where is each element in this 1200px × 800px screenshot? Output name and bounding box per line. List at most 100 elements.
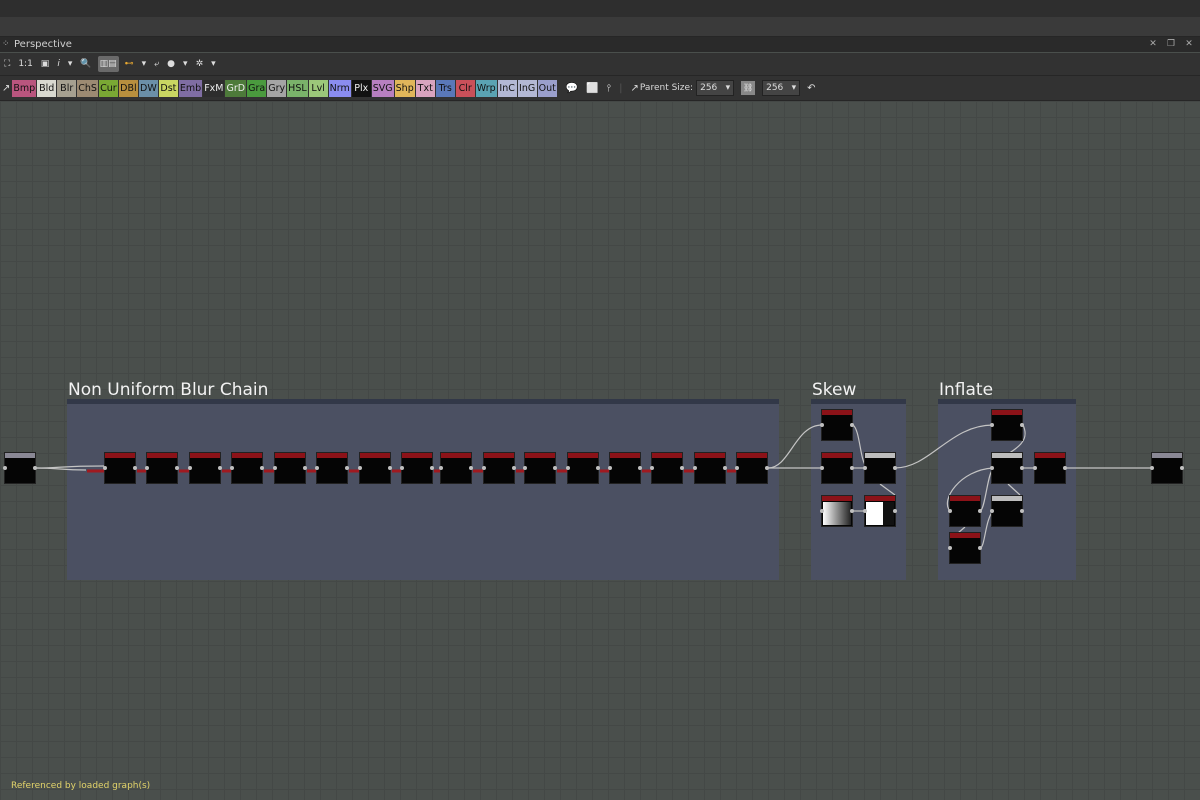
output-node[interactable] [1150, 453, 1184, 483]
node-port[interactable] [439, 466, 443, 470]
node-port[interactable] [990, 466, 994, 470]
inflate-node[interactable] [990, 410, 1024, 440]
node-port[interactable] [948, 509, 952, 513]
blur-node[interactable] [693, 453, 727, 483]
node-port[interactable] [680, 466, 684, 470]
node-port[interactable] [1020, 423, 1024, 427]
inflate-node[interactable] [948, 496, 982, 526]
node-port[interactable] [482, 466, 486, 470]
node-header [568, 453, 598, 458]
node-port[interactable] [523, 466, 527, 470]
blur-node[interactable] [103, 453, 137, 483]
node-port[interactable] [990, 509, 994, 513]
node-port[interactable] [358, 466, 362, 470]
blur-node[interactable] [315, 453, 349, 483]
node-port[interactable] [469, 466, 473, 470]
node-port[interactable] [978, 546, 982, 550]
node-port[interactable] [345, 466, 349, 470]
node-port[interactable] [948, 546, 952, 550]
node-header [317, 453, 347, 458]
node-port[interactable] [188, 466, 192, 470]
node-port[interactable] [893, 509, 897, 513]
skew-node[interactable] [820, 453, 854, 483]
node-header [525, 453, 555, 458]
node-port[interactable] [430, 466, 434, 470]
blur-node[interactable] [650, 453, 684, 483]
node-port[interactable] [388, 466, 392, 470]
node-port[interactable] [820, 466, 824, 470]
input-node[interactable] [3, 453, 37, 483]
node-header [865, 496, 895, 501]
node-port[interactable] [553, 466, 557, 470]
node-port[interactable] [723, 466, 727, 470]
node-port[interactable] [133, 466, 137, 470]
node-port[interactable] [650, 466, 654, 470]
blur-node[interactable] [608, 453, 642, 483]
inflate-node[interactable] [1033, 453, 1067, 483]
node-port[interactable] [3, 466, 7, 470]
node-header [992, 410, 1022, 415]
inflate-node[interactable] [990, 453, 1024, 483]
status-text: Referenced by loaded graph(s) [11, 781, 151, 791]
node-port[interactable] [103, 466, 107, 470]
node-port[interactable] [850, 423, 854, 427]
blur-node[interactable] [482, 453, 516, 483]
node-port[interactable] [1020, 509, 1024, 513]
node-header [950, 496, 980, 501]
node-port[interactable] [1020, 466, 1024, 470]
blur-node[interactable] [188, 453, 222, 483]
mask-node[interactable] [863, 496, 897, 526]
blur-node[interactable] [358, 453, 392, 483]
node-port[interactable] [303, 466, 307, 470]
inflate-node[interactable] [990, 496, 1024, 526]
node-port[interactable] [990, 423, 994, 427]
node-port[interactable] [512, 466, 516, 470]
node-port[interactable] [230, 466, 234, 470]
blur-node[interactable] [400, 453, 434, 483]
node-port[interactable] [596, 466, 600, 470]
node-port[interactable] [735, 466, 739, 470]
node-port[interactable] [863, 466, 867, 470]
node-port[interactable] [1033, 466, 1037, 470]
node-port[interactable] [850, 509, 854, 513]
blur-node[interactable] [735, 453, 769, 483]
node-port[interactable] [1063, 466, 1067, 470]
blur-node[interactable] [145, 453, 179, 483]
blur-node[interactable] [523, 453, 557, 483]
node-header [232, 453, 262, 458]
node-header [822, 496, 852, 501]
node-port[interactable] [218, 466, 222, 470]
node-port[interactable] [400, 466, 404, 470]
blur-node[interactable] [230, 453, 264, 483]
node-port[interactable] [1180, 466, 1184, 470]
node-port[interactable] [608, 466, 612, 470]
inflate-node[interactable] [948, 533, 982, 563]
node-header [610, 453, 640, 458]
node-port[interactable] [33, 466, 37, 470]
node-port[interactable] [1150, 466, 1154, 470]
node-header [275, 453, 305, 458]
node-header [5, 453, 35, 458]
node-port[interactable] [566, 466, 570, 470]
node-port[interactable] [863, 509, 867, 513]
blur-node[interactable] [566, 453, 600, 483]
node-port[interactable] [273, 466, 277, 470]
gradient-node[interactable] [820, 496, 854, 526]
node-port[interactable] [315, 466, 319, 470]
node-port[interactable] [175, 466, 179, 470]
node-port[interactable] [820, 509, 824, 513]
node-port[interactable] [820, 423, 824, 427]
node-port[interactable] [638, 466, 642, 470]
node-port[interactable] [893, 466, 897, 470]
skew-node[interactable] [863, 453, 897, 483]
skew-node[interactable] [820, 410, 854, 440]
node-header [992, 496, 1022, 501]
blur-node[interactable] [273, 453, 307, 483]
node-port[interactable] [145, 466, 149, 470]
node-port[interactable] [765, 466, 769, 470]
blur-node[interactable] [439, 453, 473, 483]
node-port[interactable] [260, 466, 264, 470]
node-port[interactable] [978, 509, 982, 513]
node-port[interactable] [850, 466, 854, 470]
node-port[interactable] [693, 466, 697, 470]
